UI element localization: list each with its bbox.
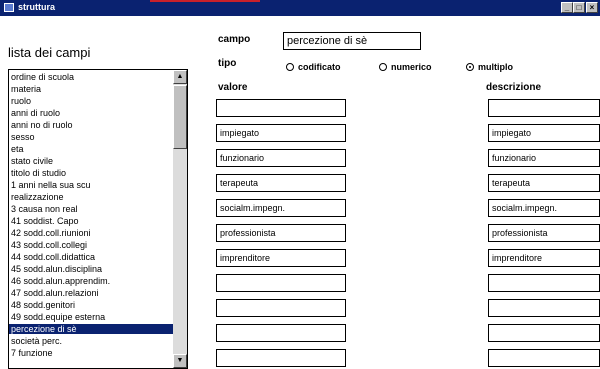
radio-label-numerico: numerico bbox=[391, 62, 432, 72]
valore-input[interactable]: professionista bbox=[216, 224, 346, 242]
valore-input[interactable]: impiegato bbox=[216, 124, 346, 142]
list-item[interactable]: 44 sodd.coll.didattica bbox=[9, 252, 173, 262]
list-item[interactable]: 3 causa non real bbox=[9, 204, 173, 214]
valore-input[interactable]: funzionario bbox=[216, 149, 346, 167]
radio-dot-selected bbox=[466, 63, 474, 71]
descrizione-input[interactable]: terapeuta bbox=[488, 174, 600, 192]
valore-input[interactable] bbox=[216, 324, 346, 342]
campo-input[interactable]: percezione di sè bbox=[283, 32, 421, 50]
descrizione-input[interactable] bbox=[488, 274, 600, 292]
scroll-down-button[interactable]: ▼ bbox=[173, 354, 187, 368]
radio-multiplo[interactable]: multiplo bbox=[466, 61, 546, 73]
radio-dot bbox=[286, 63, 294, 71]
list-scrollbar[interactable]: ▲ ▼ bbox=[173, 70, 187, 368]
scroll-thumb[interactable] bbox=[173, 85, 187, 149]
field-list[interactable]: ordine di scuola materia ruolo anni di ruol… bbox=[8, 69, 188, 369]
close-button[interactable]: × bbox=[586, 2, 598, 13]
maximize-button[interactable]: □ bbox=[573, 2, 585, 13]
radio-numerico[interactable]: numerico bbox=[379, 61, 459, 73]
list-item[interactable]: ruolo bbox=[9, 96, 173, 106]
tipo-label: tipo bbox=[218, 58, 237, 69]
radio-label-codificato: codificato bbox=[298, 62, 341, 72]
descrizione-input[interactable] bbox=[488, 99, 600, 117]
list-item[interactable]: 46 sodd.alun.apprendim. bbox=[9, 276, 173, 286]
list-item[interactable]: 49 sodd.equipe esterna bbox=[9, 312, 173, 322]
radio-codificato[interactable]: codificato bbox=[286, 61, 366, 73]
list-item[interactable]: sesso bbox=[9, 132, 173, 142]
descrizione-input[interactable]: imprenditore bbox=[488, 249, 600, 267]
valore-input[interactable] bbox=[216, 99, 346, 117]
list-item[interactable]: 1 anni nella sua scu bbox=[9, 180, 173, 190]
minimize-button[interactable]: _ bbox=[561, 2, 573, 13]
list-item[interactable]: titolo di studio bbox=[9, 168, 173, 178]
list-item[interactable]: stato civile bbox=[9, 156, 173, 166]
descrizione-header: descrizione bbox=[486, 82, 542, 93]
valore-input[interactable] bbox=[216, 349, 346, 367]
list-item[interactable]: 41 soddist. Capo bbox=[9, 216, 173, 226]
descrizione-input[interactable] bbox=[488, 324, 600, 342]
valore-input[interactable]: imprenditore bbox=[216, 249, 346, 267]
title-accent bbox=[150, 0, 260, 2]
list-item[interactable]: 47 sodd.alun.relazioni bbox=[9, 288, 173, 298]
scroll-up-button[interactable]: ▲ bbox=[173, 70, 187, 84]
descrizione-input[interactable] bbox=[488, 349, 600, 367]
list-item[interactable]: anni di ruolo bbox=[9, 108, 173, 118]
descrizione-input[interactable]: professionista bbox=[488, 224, 600, 242]
campo-label: campo bbox=[218, 34, 251, 45]
valore-input[interactable]: terapeuta bbox=[216, 174, 346, 192]
valore-input[interactable]: socialm.impegn. bbox=[216, 199, 346, 217]
list-item[interactable]: società perc. bbox=[9, 336, 173, 346]
valore-input[interactable] bbox=[216, 274, 346, 292]
list-item[interactable]: ordine di scuola bbox=[9, 72, 173, 82]
list-item[interactable]: 7 funzione bbox=[9, 348, 173, 358]
list-item-selected[interactable]: percezione di sè bbox=[9, 324, 173, 334]
list-item[interactable]: 42 sodd.coll.riunioni bbox=[9, 228, 173, 238]
valore-input[interactable] bbox=[216, 299, 346, 317]
descrizione-input[interactable]: impiegato bbox=[488, 124, 600, 142]
list-item[interactable]: 45 sodd.alun.disciplina bbox=[9, 264, 173, 274]
title-bar: struttura _ □ × bbox=[0, 0, 600, 16]
list-item[interactable]: anni no di ruolo bbox=[9, 120, 173, 130]
descrizione-input[interactable]: socialm.impegn. bbox=[488, 199, 600, 217]
radio-dot bbox=[379, 63, 387, 71]
list-heading: lista dei campi bbox=[8, 45, 91, 60]
window-title: struttura bbox=[18, 2, 56, 12]
app-icon bbox=[4, 3, 14, 12]
list-item[interactable]: 48 sodd.genitori bbox=[9, 300, 173, 310]
valore-header: valore bbox=[218, 82, 248, 93]
list-item[interactable]: eta bbox=[9, 144, 173, 154]
list-item[interactable]: 43 sodd.coll.collegi bbox=[9, 240, 173, 250]
descrizione-input[interactable]: funzionario bbox=[488, 149, 600, 167]
list-item[interactable]: realizzazione bbox=[9, 192, 173, 202]
radio-label-multiplo: multiplo bbox=[478, 62, 513, 72]
list-item[interactable]: materia bbox=[9, 84, 173, 94]
descrizione-input[interactable] bbox=[488, 299, 600, 317]
